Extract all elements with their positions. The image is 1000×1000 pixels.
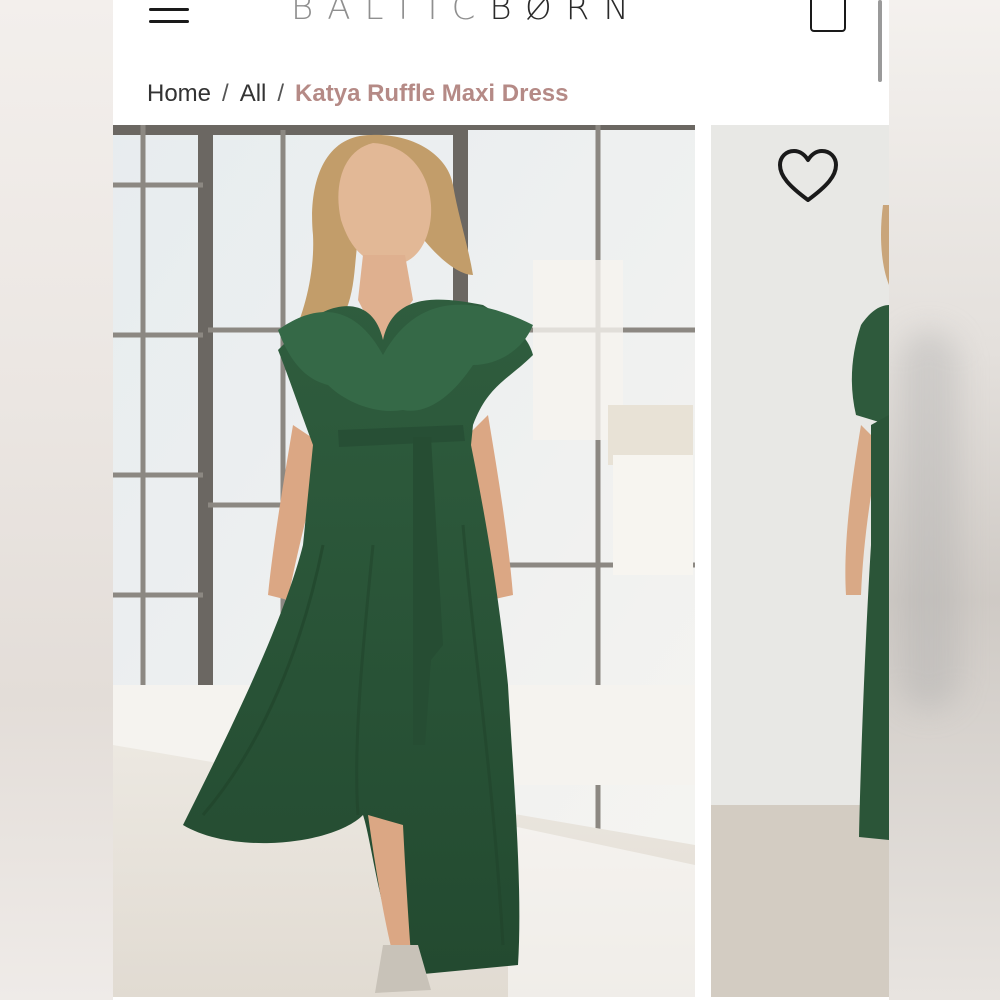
breadcrumb-all-link[interactable]: All	[240, 80, 267, 107]
heart-icon[interactable]	[777, 148, 839, 204]
brand-logo[interactable]: BALTICBØRN	[291, 0, 643, 28]
breadcrumb-home-link[interactable]: Home	[147, 80, 211, 107]
blurred-backdrop-left	[0, 0, 113, 1000]
mobile-page: BALTICBØRN Home / All / Katya Ruffle Maxi Dr…	[113, 0, 889, 1000]
breadcrumb-separator: /	[277, 80, 285, 107]
logo-text-strong: BØRN	[489, 0, 643, 28]
breadcrumb: Home / All / Katya Ruffle Maxi Dress	[147, 80, 568, 108]
breadcrumb-separator: /	[222, 80, 229, 107]
product-image-secondary[interactable]	[711, 125, 889, 997]
shopping-bag-icon[interactable]	[810, 0, 846, 32]
scrollbar[interactable]	[878, 0, 882, 82]
secondary-photo-illustration	[711, 125, 889, 997]
breadcrumb-current-page: Katya Ruffle Maxi Dress	[295, 80, 569, 107]
logo-text-light: BALTIC	[291, 0, 490, 28]
product-photo-illustration	[113, 125, 695, 997]
product-image-main[interactable]	[113, 125, 695, 997]
blurred-backdrop-right	[889, 0, 1000, 1000]
site-header: BALTICBØRN	[113, 0, 889, 60]
hamburger-menu-icon[interactable]	[149, 0, 189, 26]
